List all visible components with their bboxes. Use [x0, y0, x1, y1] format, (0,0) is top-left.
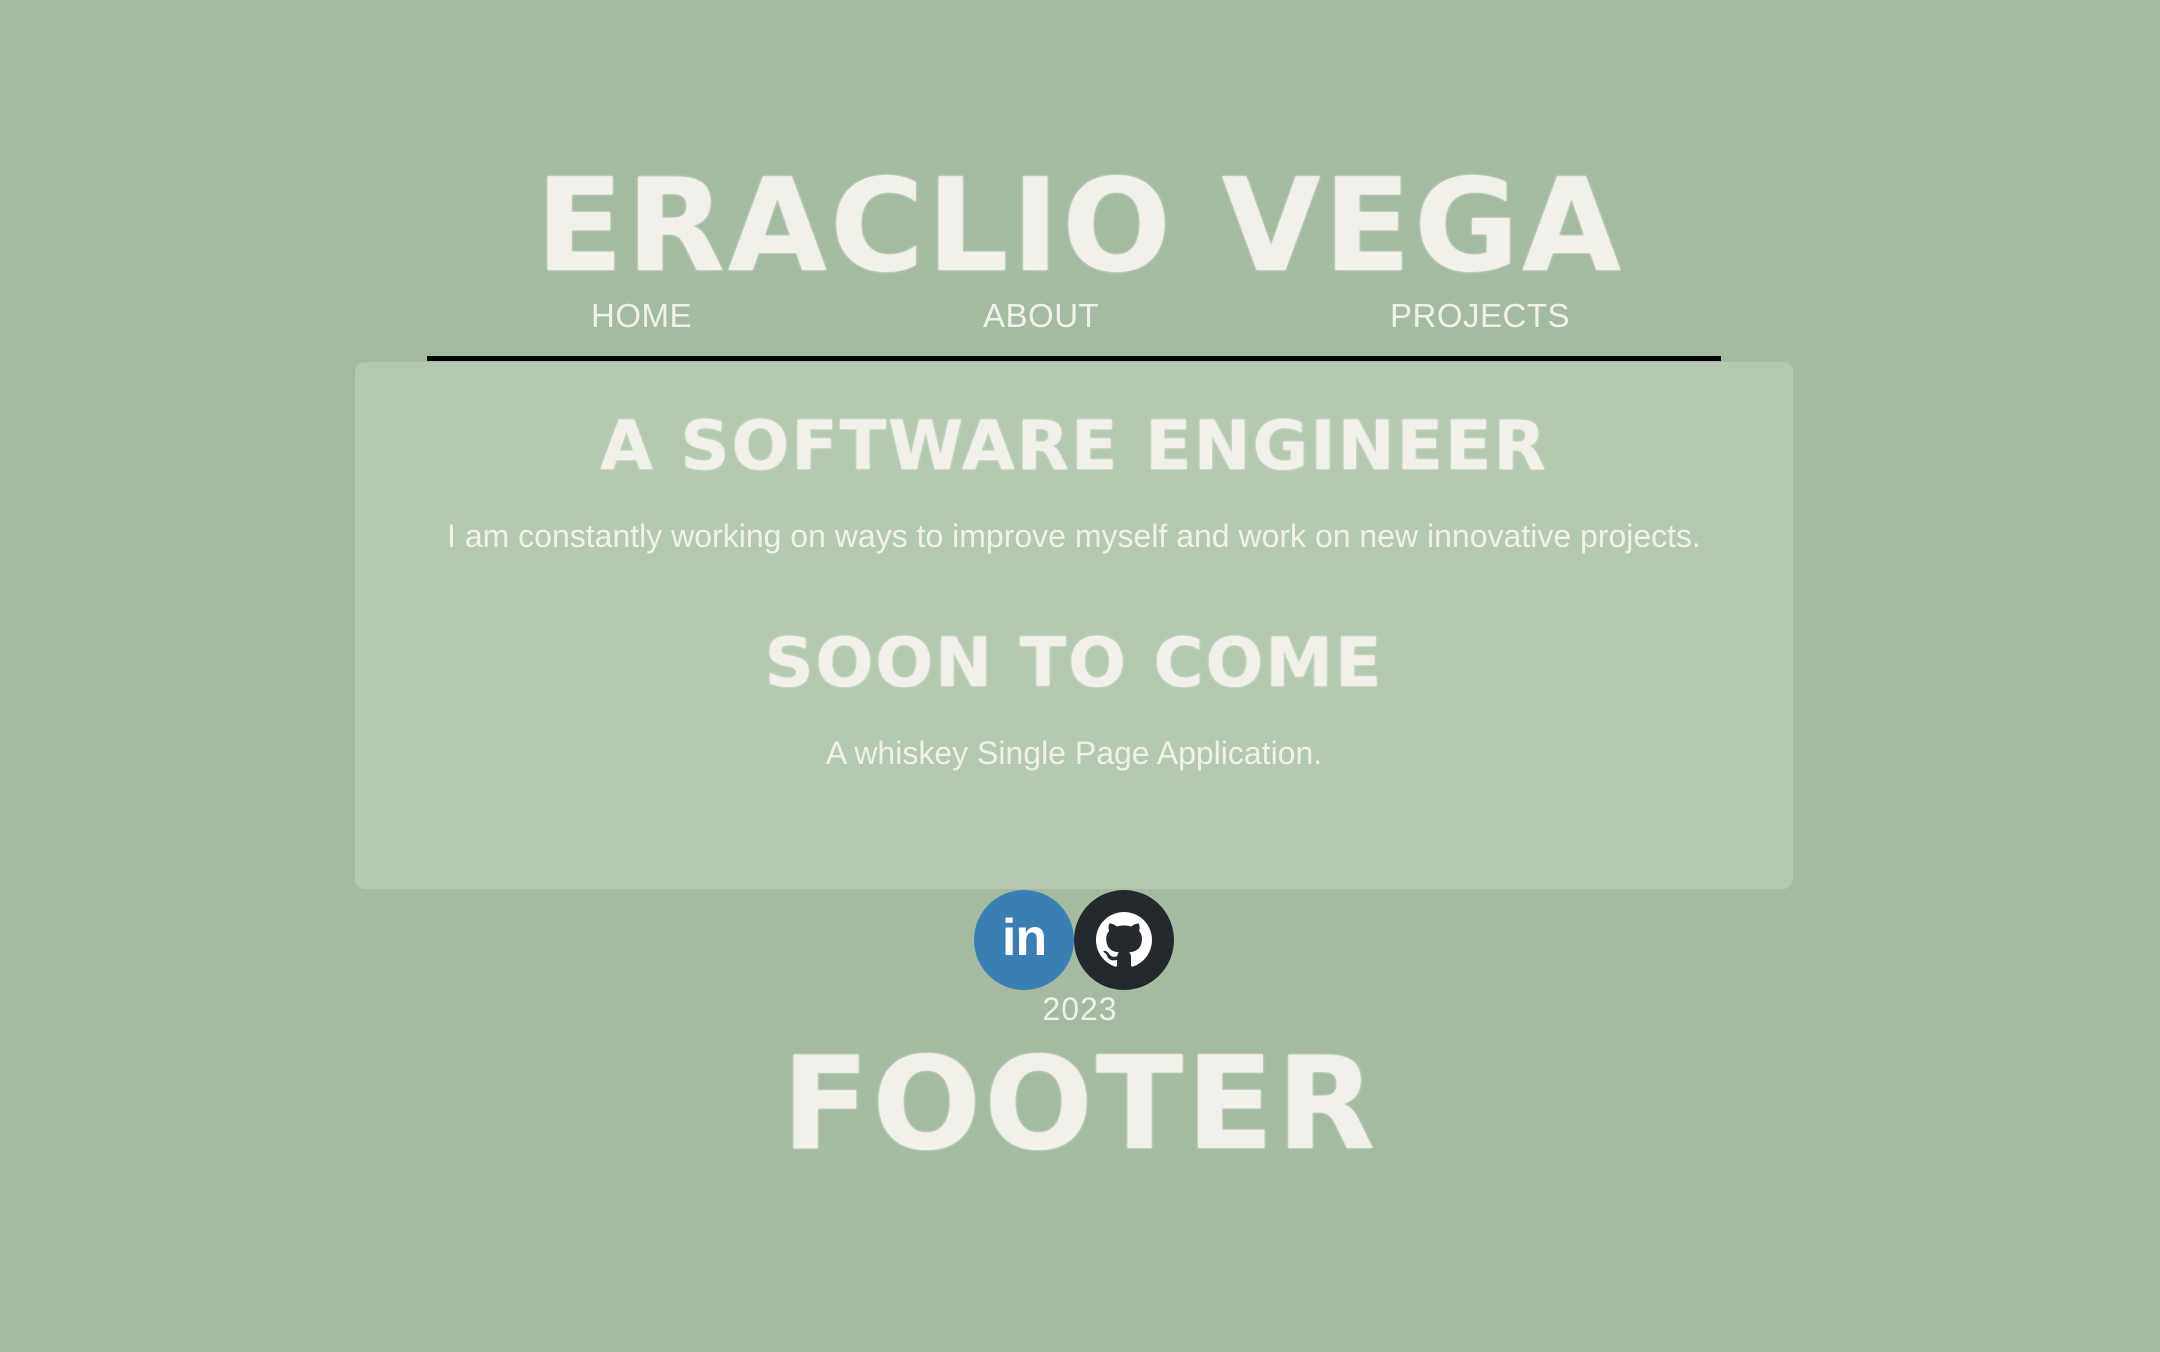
section-text-soon: A whiskey Single Page Application. — [825, 735, 1323, 771]
content-card: A SOFTWARE ENGINEER I am constantly work… — [355, 362, 1793, 889]
nav-link-about[interactable]: ABOUT — [983, 290, 1099, 342]
section-text-engineer: I am constantly working on ways to impro… — [447, 518, 1701, 554]
nav-link-home[interactable]: HOME — [591, 290, 692, 342]
github-icon — [1096, 912, 1152, 967]
footer-year: 2023 — [1042, 991, 1118, 1027]
nav-link-projects[interactable]: PROJECTS — [1390, 290, 1570, 342]
section-heading-soon: SOON TO COME — [764, 624, 1384, 703]
linkedin-icon: in — [1001, 909, 1047, 967]
footer-title: FOOTER — [781, 1030, 1379, 1179]
github-button[interactable] — [1074, 890, 1174, 990]
site-title: ERACLIO VEGA — [535, 152, 1625, 301]
nav-divider — [427, 356, 1721, 361]
section-heading-engineer: A SOFTWARE ENGINEER — [600, 407, 1548, 486]
linkedin-button[interactable]: in — [974, 890, 1074, 990]
